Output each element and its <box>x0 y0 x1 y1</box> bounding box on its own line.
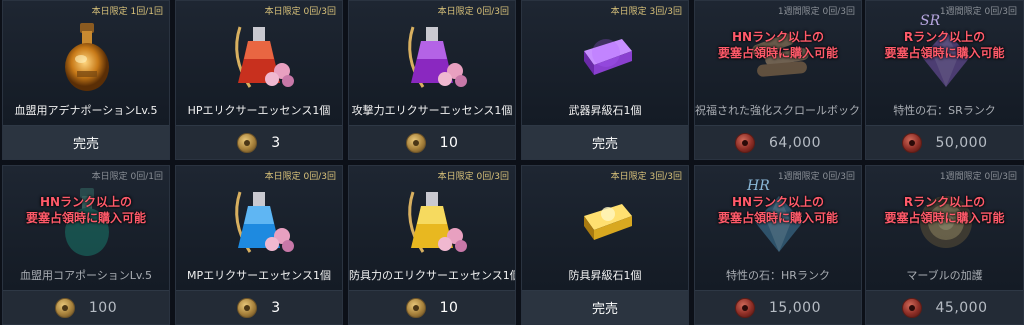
purchase-limit: 本日限定 1回/1回 <box>91 7 163 17</box>
shop-item-card[interactable]: 本日限定 0回/3回 防具力のエリクサーエッセンス1個 10 <box>348 165 516 325</box>
mp-elixir-icon <box>235 191 294 253</box>
sold-out-bar: 完売 <box>3 125 169 159</box>
purchase-limit: 1週間限定 0回/3回 <box>939 7 1017 17</box>
requirement-text: Rランク以上の 要塞占領時に購入可能 <box>866 194 1023 226</box>
sold-out-bar: 完売 <box>522 290 688 324</box>
purchase-limit: 本日限定 0回/1回 <box>91 172 163 182</box>
shop-item-card[interactable]: 1週間限定 0回/3回 Rランク以上の 要塞占領時に購入可能 マーブルの加護 4… <box>865 165 1024 325</box>
requirement-text: HNランク以上の 要塞占領時に購入可能 <box>3 194 169 226</box>
item-name: 武器昇級石1個 <box>568 104 642 117</box>
purchase-limit: 本日限定 3回/3回 <box>610 172 682 182</box>
price-value: 3 <box>271 299 281 316</box>
item-name: 祝福された強化スクロールボックス <box>695 104 862 117</box>
price-bar[interactable]: 3 <box>176 125 342 159</box>
price-value: 50,000 <box>935 134 988 151</box>
price-value: 15,000 <box>769 299 821 316</box>
item-name: マーブルの加護 <box>906 269 983 282</box>
sold-out-label: 完売 <box>72 137 99 152</box>
requirement-line: HNランク以上の 要塞占領時に購入可能 <box>717 30 838 60</box>
shop-item-card[interactable]: 本日限定 0回/3回 HPエリクサーエッセンス1個 3 <box>175 0 343 160</box>
shop-item-card[interactable]: 本日限定 0回/1回 HNランク以上の 要塞占領時に購入可能 血盟用コアポーショ… <box>2 165 170 325</box>
purchase-limit: 本日限定 0回/3回 <box>437 7 509 17</box>
gold-coin-icon <box>54 297 75 318</box>
item-name: 防具力のエリクサーエッセンス1個 <box>349 269 516 282</box>
item-name: 特性の石：SRランク <box>893 104 996 117</box>
requirement-text: HNランク以上の 要塞占領時に購入可能 <box>695 29 861 61</box>
requirement-line: Rランク以上の 要塞占領時に購入可能 <box>884 195 1005 225</box>
shop-item-card[interactable]: 1週間限定 0回/3回 HR HNランク以上の 要塞占領時に購入可能 特性の石：… <box>694 165 862 325</box>
gold-coin-icon <box>405 297 426 318</box>
item-name: 攻撃力エリクサーエッセンス1個 <box>351 104 513 117</box>
price-value: 45,000 <box>935 299 988 316</box>
price-value: 64,000 <box>769 134 821 151</box>
price-value: 10 <box>439 134 459 151</box>
requirement-text: HNランク以上の 要塞占領時に購入可能 <box>695 194 861 226</box>
purchase-limit: 本日限定 0回/3回 <box>264 172 336 182</box>
weapon-upgrade-stone-icon <box>584 39 632 75</box>
price-bar[interactable]: 100 <box>3 290 169 324</box>
item-name: 血盟用コアポーションLv.5 <box>19 269 153 282</box>
purchase-limit: 1週間限定 0回/3回 <box>777 7 855 17</box>
purchase-limit: 1週間限定 0回/3回 <box>939 172 1017 182</box>
price-value: 10 <box>439 299 459 316</box>
shop-item-card[interactable]: 本日限定 3回/3回 防具昇級石1個 完売 <box>521 165 689 325</box>
requirement-line: Rランク以上の 要塞占領時に購入可能 <box>884 30 1005 60</box>
price-bar[interactable]: 15,000 <box>695 290 861 324</box>
item-name: 血盟用アデナポーションLv.5 <box>14 104 158 117</box>
sold-out-label: 完売 <box>591 302 618 317</box>
price-bar[interactable]: 64,000 <box>695 125 861 159</box>
item-name: MPエリクサーエッセンス1個 <box>187 269 331 282</box>
adena-potion-icon <box>65 23 109 91</box>
shop-item-card[interactable]: 本日限定 3回/3回 武器昇級石1個 完売 <box>521 0 689 160</box>
shop-item-card[interactable]: 1週間限定 0回/3回 SR Rランク以上の 要塞占領時に購入可能 特性の石：S… <box>865 0 1024 160</box>
attack-elixir-icon <box>408 26 467 88</box>
red-coin-icon <box>901 132 922 153</box>
purchase-limit: 本日限定 3回/3回 <box>610 7 682 17</box>
shop-item-card[interactable]: 本日限定 1回/1回 血盟用アデナポーションLv.5 完売 <box>2 0 170 160</box>
price-value: 100 <box>88 299 118 316</box>
price-bar[interactable]: 50,000 <box>866 125 1023 159</box>
shop-item-card[interactable]: 1週間限定 0回/3回 HNランク以上の 要塞占領時に購入可能 祝福された強化ス… <box>694 0 862 160</box>
purchase-limit: 本日限定 0回/3回 <box>437 172 509 182</box>
item-name: 特性の石：HRランク <box>726 269 830 282</box>
purchase-limit: 1週間限定 0回/3回 <box>777 172 855 182</box>
gold-coin-icon <box>237 132 258 153</box>
red-coin-icon <box>735 132 755 153</box>
price-bar[interactable]: 45,000 <box>866 290 1023 324</box>
requirement-text: Rランク以上の 要塞占領時に購入可能 <box>866 29 1023 61</box>
sold-out-bar: 完売 <box>522 125 688 159</box>
gold-coin-icon <box>405 132 426 153</box>
price-bar[interactable]: 10 <box>349 290 515 324</box>
armor-upgrade-stone-icon <box>584 204 632 240</box>
item-name: 防具昇級石1個 <box>568 269 642 282</box>
requirement-line: HNランク以上の 要塞占領時に購入可能 <box>25 195 146 225</box>
shop-item-card[interactable]: 本日限定 0回/3回 攻撃力エリクサーエッセンス1個 10 <box>348 0 516 160</box>
price-bar[interactable]: 3 <box>176 290 342 324</box>
defense-elixir-icon <box>408 191 467 253</box>
hp-elixir-icon <box>235 26 294 88</box>
sold-out-label: 完売 <box>591 137 618 152</box>
shop-item-card[interactable]: 本日限定 0回/3回 MPエリクサーエッセンス1個 3 <box>175 165 343 325</box>
price-bar[interactable]: 10 <box>349 125 515 159</box>
red-coin-icon <box>901 297 922 318</box>
red-coin-icon <box>735 297 755 318</box>
shop-grid: 本日限定 1回/1回 血盟用アデナポーションLv.5 完売 本日限定 0回/3回… <box>0 0 1024 325</box>
gold-coin-icon <box>237 297 258 318</box>
purchase-limit: 本日限定 0回/3回 <box>264 7 336 17</box>
item-name: HPエリクサーエッセンス1個 <box>187 104 331 117</box>
price-value: 3 <box>271 134 281 151</box>
requirement-line: HNランク以上の 要塞占領時に購入可能 <box>717 195 838 225</box>
